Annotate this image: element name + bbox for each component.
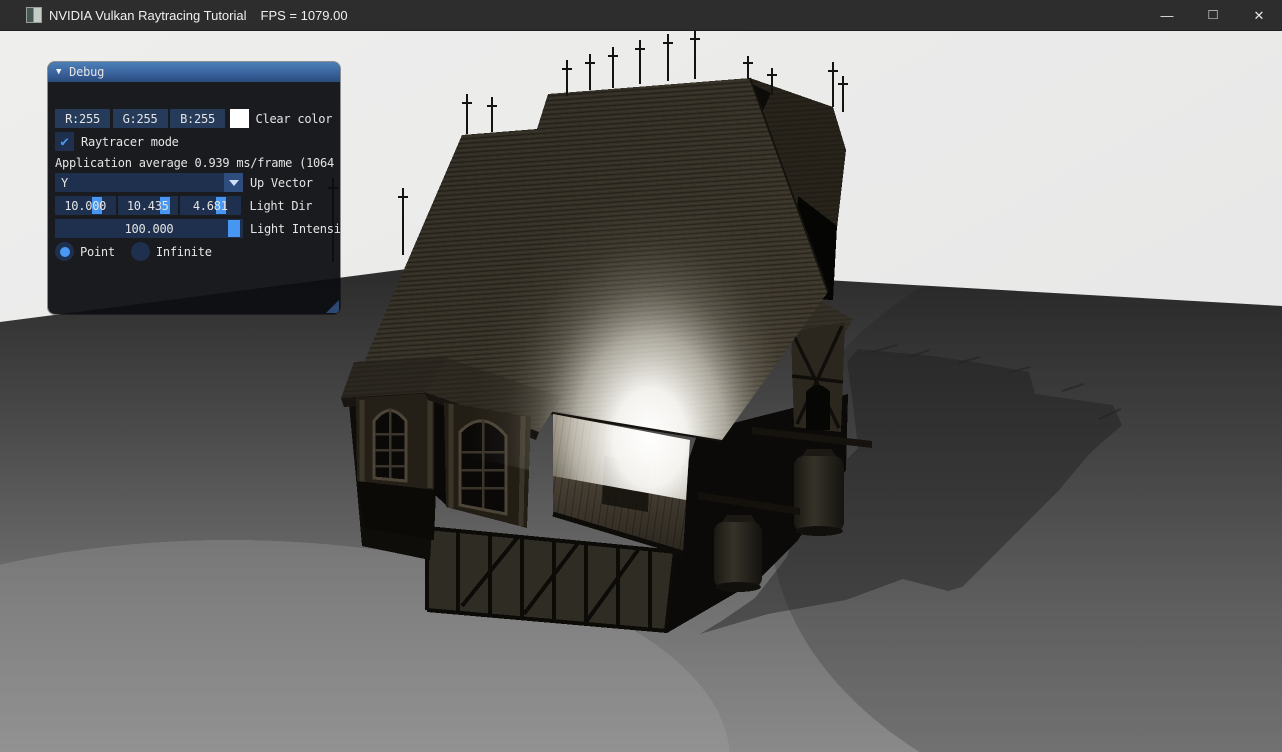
close-icon: ✕ <box>1254 9 1265 22</box>
light-dir-y-value: 10.435 <box>127 199 169 213</box>
close-button[interactable]: ✕ <box>1236 0 1282 31</box>
titlebar: NVIDIA Vulkan Raytracing Tutorial FPS = … <box>0 0 1282 31</box>
frame-stats-text: Application average 0.939 ms/frame (1064 <box>55 156 334 170</box>
check-icon: ✔ <box>60 134 68 150</box>
green-value-button[interactable]: G:255 <box>113 109 168 128</box>
panel-title: Debug <box>69 65 104 79</box>
radio-infinite-label: Infinite <box>156 245 212 259</box>
light-intensity-value: 100.000 <box>125 222 174 236</box>
light-dir-x-value: 10.000 <box>64 199 106 213</box>
debug-panel-header[interactable]: ▼ Debug <box>48 62 340 82</box>
light-dir-z-value: 4.681 <box>193 199 228 213</box>
raytracer-label: Raytracer mode <box>81 135 179 149</box>
light-dir-label: Light Dir <box>250 199 313 213</box>
light-dir-y-slider[interactable]: 10.435 <box>118 196 179 215</box>
fps-counter: FPS = 1079.00 <box>261 8 348 23</box>
minimize-button[interactable]: — <box>1144 0 1190 31</box>
window-title: NVIDIA Vulkan Raytracing Tutorial <box>49 8 247 23</box>
clear-color-label: Clear color <box>256 112 333 126</box>
lantern <box>794 456 844 532</box>
light-intensity-slider[interactable]: 100.000 <box>55 219 243 238</box>
radio-infinite[interactable] <box>131 242 150 261</box>
clear-color-swatch[interactable] <box>230 109 249 128</box>
blue-value-button[interactable]: B:255 <box>170 109 225 128</box>
up-vector-label: Up Vector <box>250 176 313 190</box>
resize-grip[interactable] <box>326 300 339 313</box>
radio-point[interactable] <box>55 242 74 261</box>
radio-point-label: Point <box>80 245 115 259</box>
render-viewport[interactable]: ▼ Debug R:255 G:255 B:255 Clear color ✔ … <box>0 31 1282 752</box>
light-intensity-label: Light Intensi <box>250 222 340 236</box>
raytracer-checkbox[interactable]: ✔ <box>55 132 74 151</box>
combo-value: Y <box>61 176 68 190</box>
up-vector-combo[interactable]: Y <box>55 173 243 192</box>
maximize-icon: □ <box>1208 7 1217 22</box>
minimize-icon: — <box>1161 9 1174 22</box>
lantern <box>714 522 762 588</box>
window-controls: — □ ✕ <box>1144 0 1282 31</box>
app-window: NVIDIA Vulkan Raytracing Tutorial FPS = … <box>0 0 1282 752</box>
app-icon[interactable] <box>26 7 42 23</box>
light-dir-x-slider[interactable]: 10.000 <box>55 196 116 215</box>
red-value-button[interactable]: R:255 <box>55 109 110 128</box>
collapse-arrow-icon[interactable]: ▼ <box>56 67 61 77</box>
combo-arrow-button[interactable] <box>224 173 243 192</box>
chevron-down-icon <box>229 180 239 186</box>
maximize-button[interactable]: □ <box>1190 0 1236 31</box>
slider-grab[interactable] <box>228 220 240 237</box>
light-dir-z-slider[interactable]: 4.681 <box>180 196 241 215</box>
debug-panel: ▼ Debug R:255 G:255 B:255 Clear color ✔ … <box>48 62 340 314</box>
debug-panel-body: R:255 G:255 B:255 Clear color ✔ Raytrace… <box>48 82 340 314</box>
